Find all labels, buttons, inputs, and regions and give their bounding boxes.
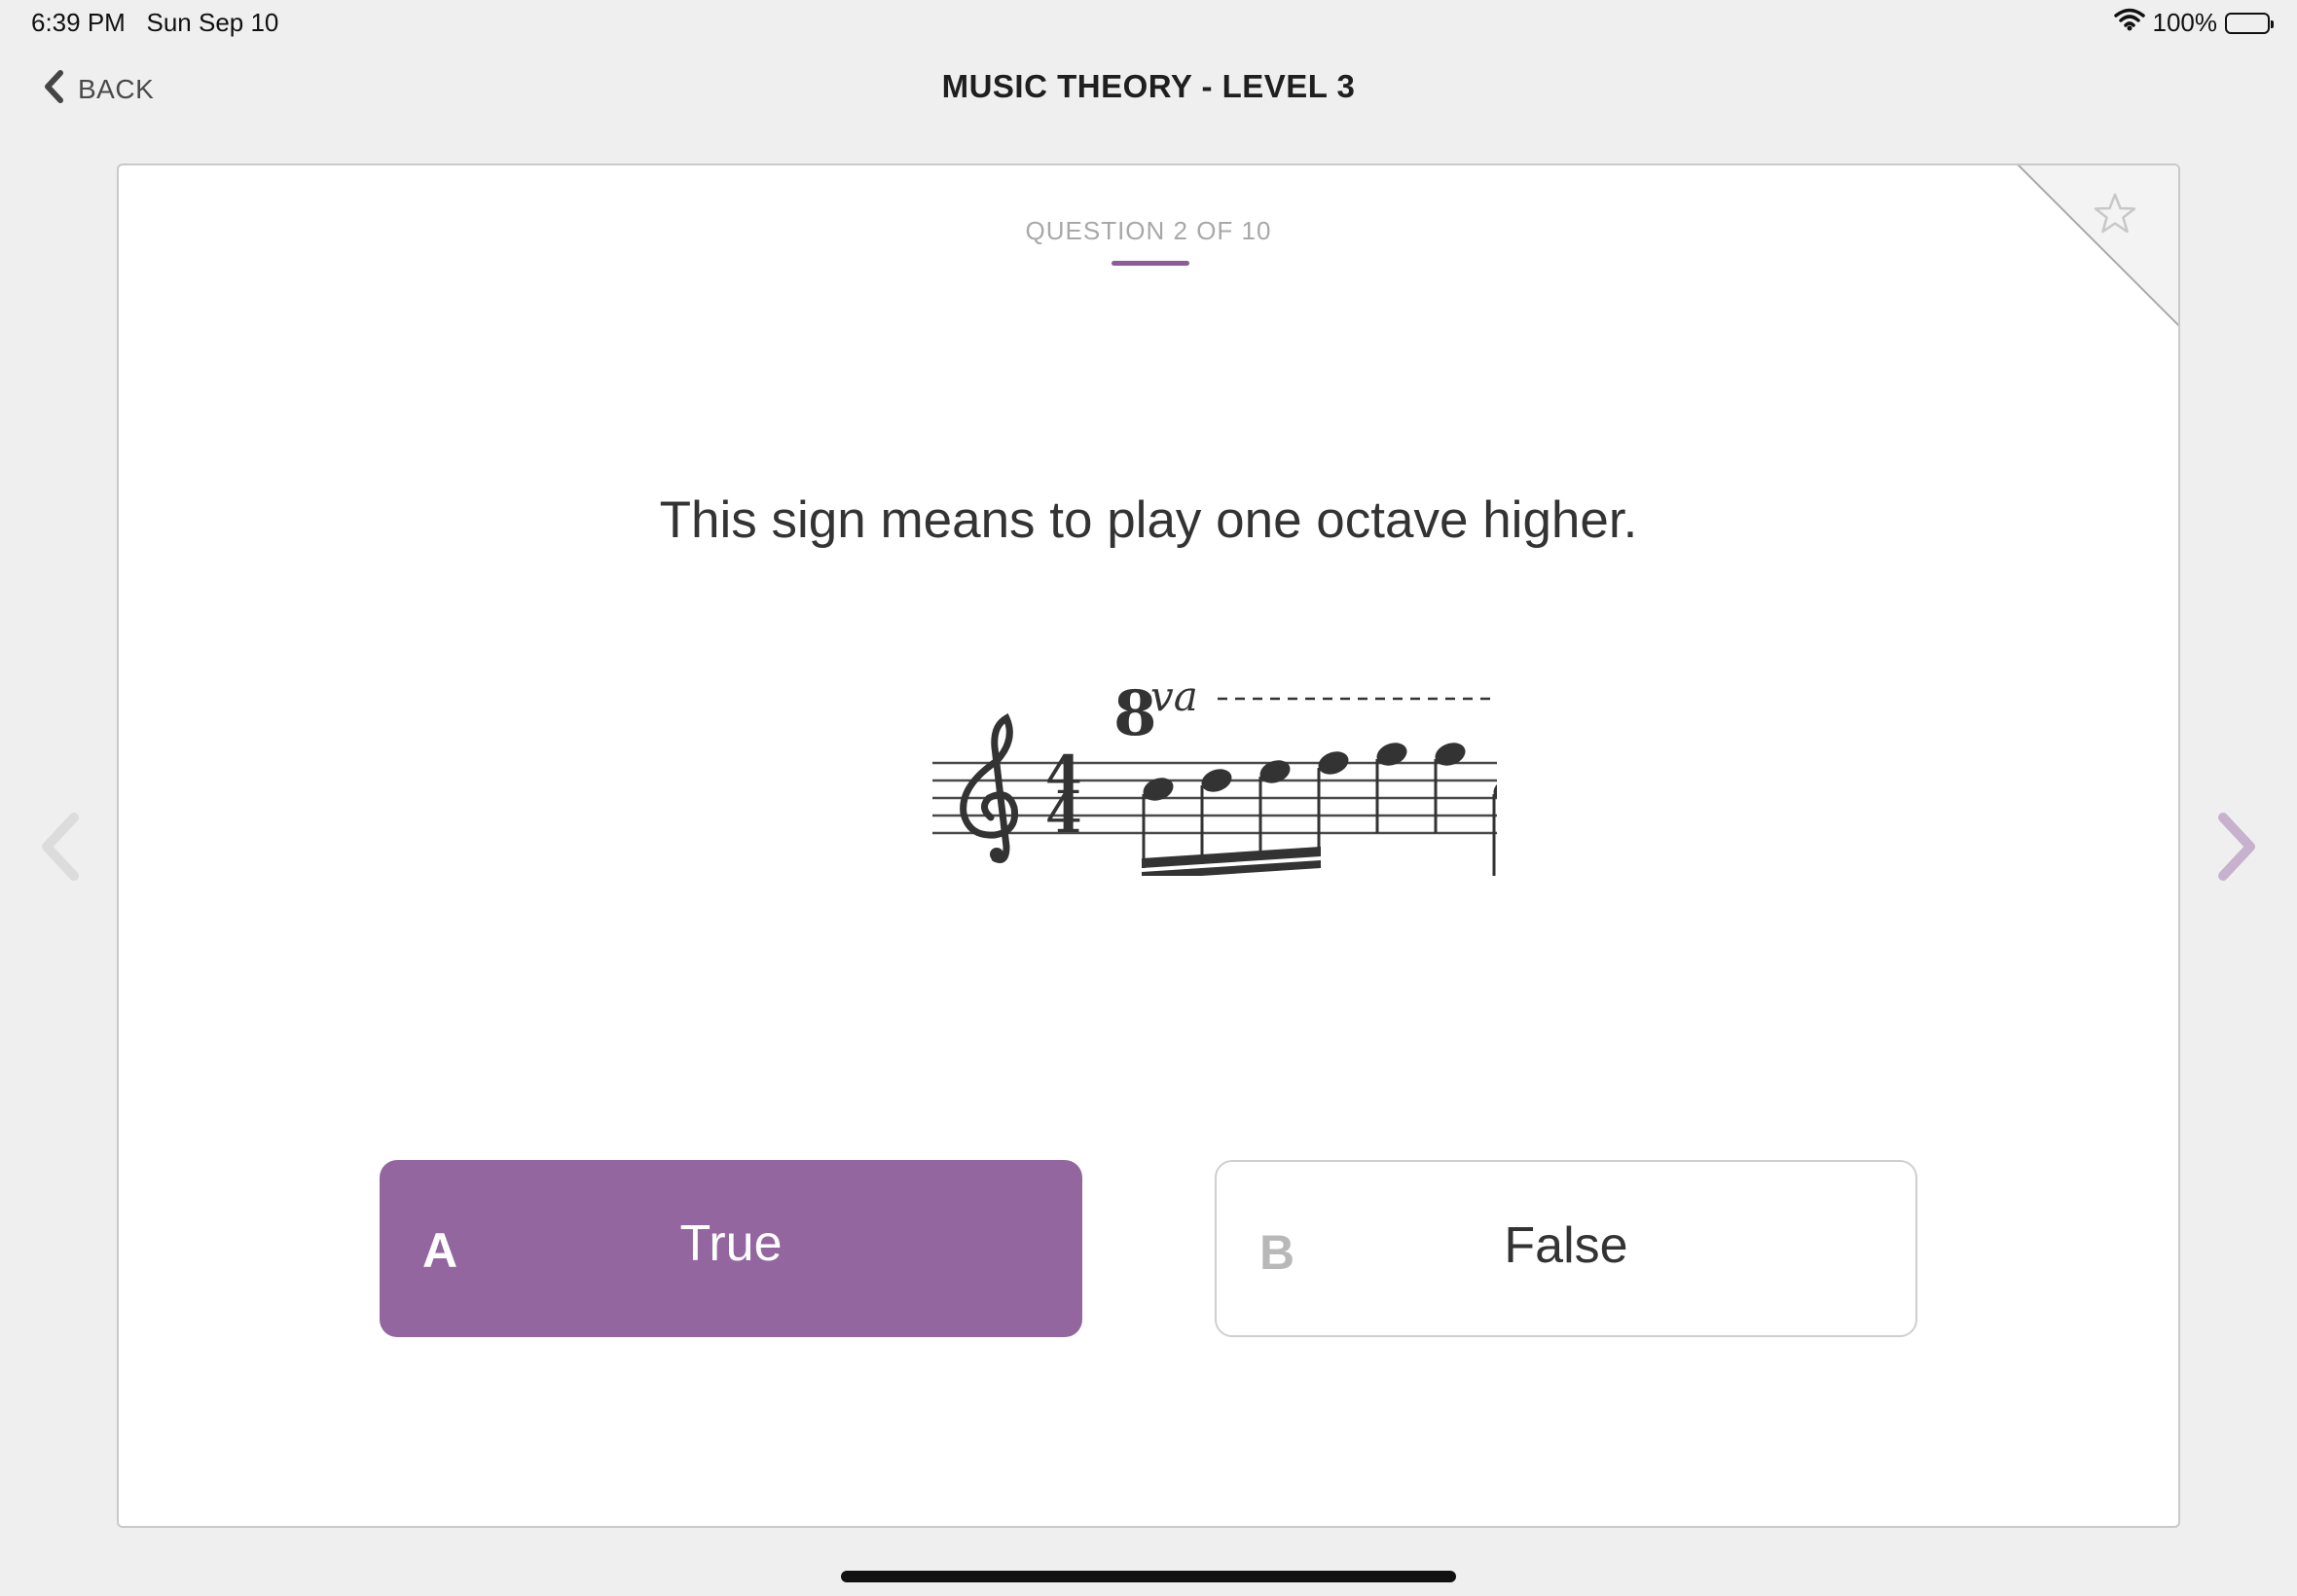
status-time-date: 6:39 PM Sun Sep 10	[31, 8, 278, 38]
answer-b-button[interactable]: B False	[1215, 1160, 1917, 1337]
arrow-right-icon	[2213, 813, 2262, 888]
status-time: 6:39 PM	[31, 8, 126, 37]
octave-sign-suffix: va	[1150, 672, 1198, 720]
home-indicator[interactable]	[841, 1571, 1456, 1582]
battery-percent: 100%	[2152, 8, 2218, 37]
question-counter: QUESTION 2 OF 10	[1025, 216, 1272, 245]
status-date: Sun Sep 10	[146, 8, 279, 37]
music-notation: 8 va 4 4	[932, 672, 1497, 876]
status-indicators: 100%	[2113, 8, 2274, 38]
answer-b-text: False	[1504, 1217, 1628, 1274]
arrow-left-icon	[35, 813, 84, 888]
page-title: MUSIC THEORY - LEVEL 3	[941, 68, 1356, 104]
question-underline	[1112, 261, 1189, 266]
wifi-icon	[2113, 8, 2145, 38]
answer-a-text: True	[679, 1215, 783, 1272]
treble-clef	[960, 713, 1019, 863]
battery-icon	[2225, 12, 2274, 34]
question-card: QUESTION 2 OF 10 This sign means to play…	[117, 163, 2180, 1528]
time-signature-bottom: 4	[1045, 782, 1082, 845]
answer-a-button[interactable]: A True	[380, 1160, 1082, 1337]
previous-question-button[interactable]	[35, 810, 84, 889]
question-prompt: This sign means to play one octave highe…	[659, 491, 1638, 549]
next-question-button[interactable]	[2213, 810, 2262, 889]
